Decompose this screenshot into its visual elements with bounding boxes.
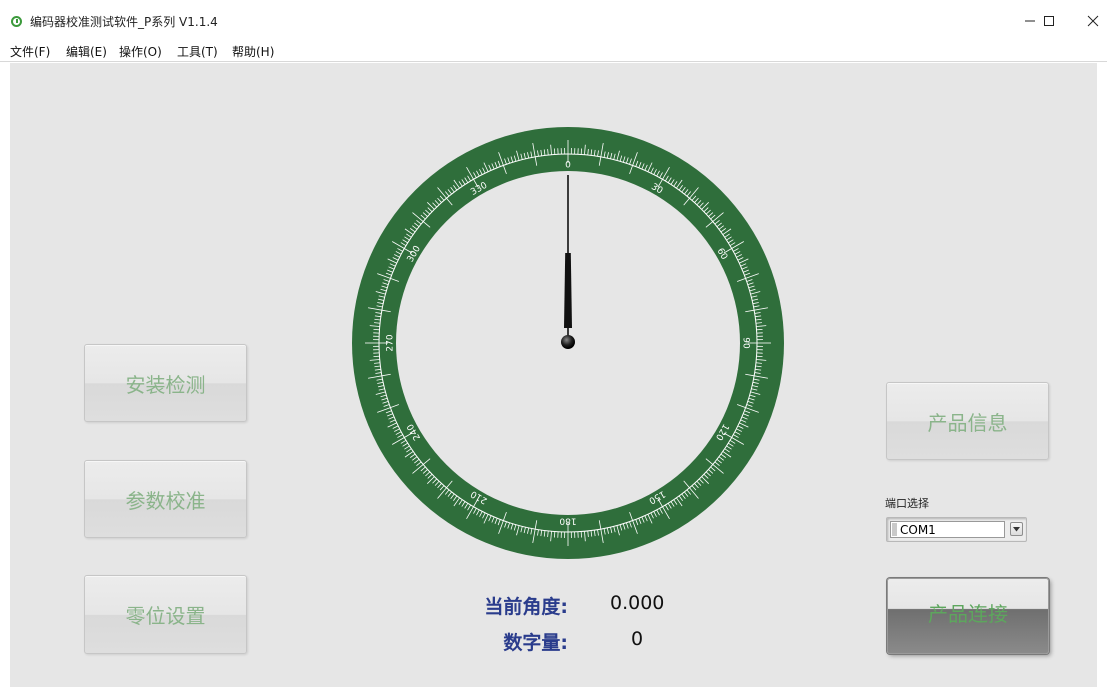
product-info-label: 产品信息 [927,410,1008,435]
menu-bar: 文件(F) 编辑(E) 操作(O) 工具(T) 帮助(H) [0,40,1107,62]
product-info-button[interactable]: 产品信息 [886,382,1049,460]
digital-value: 0 [631,628,644,650]
zero-setting-label: 零位设置 [125,604,206,628]
product-connect-button[interactable]: 产品连接 [887,578,1049,654]
menu-edit[interactable]: 编辑(E) [66,43,107,60]
param-calibrate-label: 参数校准 [125,488,206,513]
port-select-label: 端口选择 [885,497,929,510]
title-bar: 编码器校准测试软件_P系列 V1.1.4 [0,0,1107,40]
port-select-value: COM1 [900,523,936,537]
menu-file[interactable]: 文件(F) [10,43,50,60]
maximize-icon[interactable] [1029,6,1069,36]
param-calibrate-button[interactable]: 参数校准 [84,460,247,538]
dial-label-0: 0 [565,161,571,171]
port-select-grip [892,523,897,536]
angle-dial: 0306090120150180210240270300330 [352,127,784,559]
port-select[interactable]: COM1 [886,517,1027,542]
port-select-field[interactable]: COM1 [890,521,1005,538]
app-icon [11,16,22,27]
install-check-button[interactable]: 安装检测 [84,344,247,422]
digital-value-label: 数字量: [503,632,568,654]
zero-setting-button[interactable]: 零位设置 [84,575,247,654]
install-check-label: 安装检测 [125,372,206,397]
menu-help[interactable]: 帮助(H) [232,43,274,60]
menu-operate[interactable]: 操作(O) [119,43,162,60]
dropdown-arrow-icon[interactable] [1010,522,1023,536]
current-angle-value: 0.000 [610,592,665,614]
current-angle-label: 当前角度: [484,596,568,618]
window-title: 编码器校准测试软件_P系列 V1.1.4 [30,15,218,29]
dial-label-90: 90 [741,337,751,349]
dial-label-270: 270 [386,334,396,351]
close-icon[interactable] [1073,6,1107,36]
needle-hub [561,335,575,349]
dial-label-180: 180 [559,516,576,526]
needle-shaft [564,253,572,328]
menu-tools[interactable]: 工具(T) [177,43,218,60]
product-connect-label: 产品连接 [928,601,1008,626]
